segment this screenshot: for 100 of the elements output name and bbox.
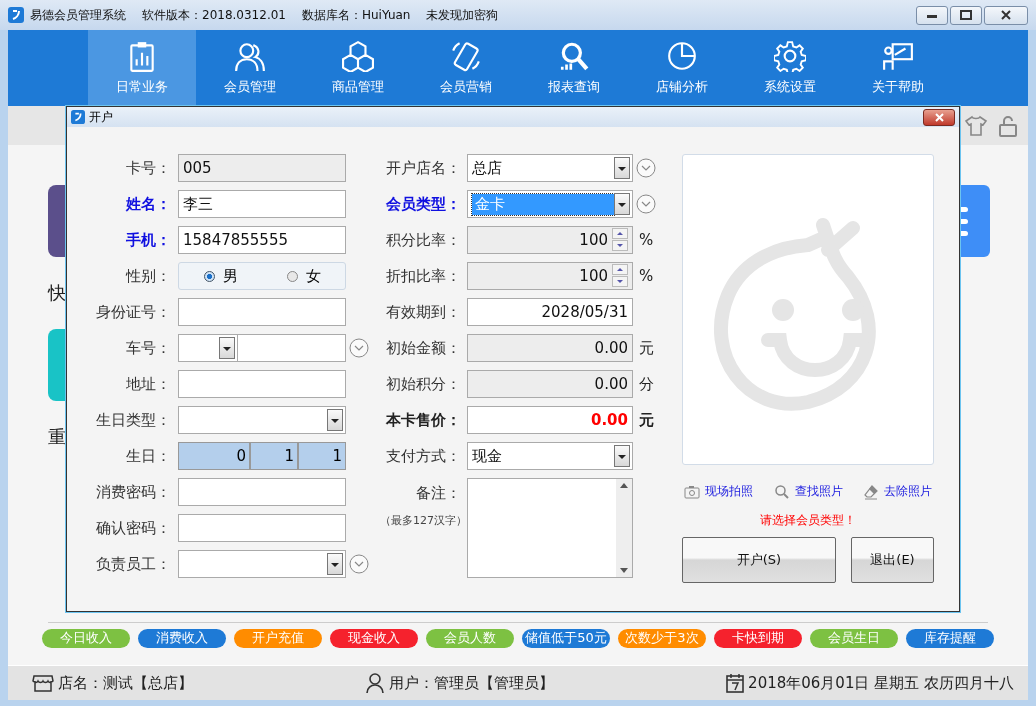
nav-tab[interactable]: 关于帮助 (844, 30, 952, 106)
field-label: 地址： (125, 374, 172, 394)
unit-label: 分 (638, 374, 655, 394)
field-label: 生日： (125, 446, 172, 466)
radio-label[interactable]: 女 (305, 266, 321, 286)
field-label: 消费密码： (95, 482, 172, 502)
amount-field[interactable]: 0.00 (467, 370, 633, 398)
nav-tab[interactable]: 商品管理 (304, 30, 412, 106)
field-label: 开户店名： (385, 158, 462, 178)
field-label: 车号： (125, 338, 172, 358)
unit-label: % (638, 267, 655, 285)
amount-field[interactable]: 0.00 (467, 334, 633, 362)
nav-tab[interactable]: 会员管理 (196, 30, 304, 106)
minimize-button[interactable] (916, 5, 948, 25)
radio-button[interactable] (286, 270, 298, 282)
chevron-circle-icon[interactable] (636, 158, 656, 178)
shortcut-pill[interactable]: 现金收入 (330, 628, 418, 648)
chevron-circle-icon[interactable] (636, 194, 656, 214)
nav-tab[interactable]: 店铺分析 (628, 30, 736, 106)
field-label: 负责员工： (95, 554, 172, 574)
close-icon (934, 112, 944, 122)
field-label: 生日类型： (95, 410, 172, 430)
number-spinner[interactable]: 100 (467, 226, 633, 254)
exit-button[interactable]: 退出(E) (851, 537, 934, 583)
tile-label: 重 (48, 425, 67, 449)
text-field[interactable] (238, 334, 346, 362)
dongle-status: 未发现加密狗 (426, 6, 499, 24)
database-text: 数据库名：HuiYuan (302, 6, 411, 24)
tile-label: 快 (48, 281, 67, 305)
lock-icon[interactable] (996, 113, 1020, 138)
nav-tab[interactable]: 会员营销 (412, 30, 520, 106)
field-label: 备注： (416, 484, 462, 503)
field-label: 确认密码： (95, 518, 172, 538)
open-account-button[interactable]: 开户(S) (682, 537, 836, 583)
photo-link[interactable]: 去除照片 (884, 483, 932, 500)
unit-label: % (638, 231, 655, 249)
minimize-icon (927, 12, 937, 18)
shortcut-pill[interactable]: 卡快到期 (714, 628, 802, 648)
field-label: 卡号： (125, 158, 172, 178)
field-label: 性别： (124, 266, 172, 286)
warning-message: 请选择会员类型！ (759, 512, 857, 529)
nav-icon (558, 40, 590, 72)
dropdown[interactable] (178, 334, 238, 362)
shortcut-pill[interactable]: 消费收入 (138, 628, 226, 648)
unit-label: 元 (638, 410, 655, 430)
scroll-up-icon[interactable] (620, 483, 628, 488)
dialog-title: 开户 (89, 108, 113, 126)
chevron-circle-icon[interactable] (349, 554, 369, 574)
chevron-circle-icon[interactable] (349, 338, 369, 358)
field-label: 积分比率： (385, 230, 462, 250)
close-button[interactable] (923, 108, 955, 126)
shortcut-pill[interactable]: 储值低于50元 (522, 628, 610, 648)
close-button[interactable] (984, 5, 1028, 25)
date-field[interactable]: 2028/05/31 (467, 298, 633, 326)
scroll-down-icon[interactable] (620, 568, 628, 573)
text-field[interactable]: 15847855555 (178, 226, 346, 254)
app-logo-icon (8, 7, 24, 23)
maximize-button[interactable] (950, 5, 982, 25)
date-part-field[interactable]: 0 (178, 442, 250, 470)
nav-icon (666, 40, 698, 72)
nav-tab[interactable]: 系统设置 (736, 30, 844, 106)
field-label: 本卡售价： (385, 410, 462, 430)
radio-button[interactable] (203, 270, 215, 282)
text-field[interactable]: 李三 (178, 190, 346, 218)
app-logo-icon (71, 110, 85, 124)
photo-link[interactable]: 现场拍照 (705, 483, 753, 500)
store-name: 店名：测试【总店】 (58, 673, 193, 693)
dropdown[interactable]: 现金 (467, 442, 633, 470)
field-label: 有效期到： (385, 302, 462, 322)
camera-icon[interactable] (684, 483, 700, 500)
text-field[interactable] (178, 370, 346, 398)
calendar-icon (726, 673, 745, 693)
store-icon (32, 673, 54, 693)
close-icon (1001, 10, 1011, 20)
field-label: 初始金额： (385, 338, 462, 358)
dropdown[interactable]: 总店 (467, 154, 633, 182)
eraser-icon[interactable] (863, 483, 879, 500)
unit-label: 元 (638, 338, 655, 358)
shirt-icon[interactable] (964, 113, 988, 138)
shortcut-pill[interactable]: 库存提醒 (906, 628, 994, 648)
text-field[interactable]: 005 (178, 154, 346, 182)
nav-tab[interactable]: 报表查询 (520, 30, 628, 106)
text-field[interactable] (178, 298, 346, 326)
app-title: 易德会员管理系统 (30, 6, 126, 24)
nav-icon (450, 40, 482, 72)
maximize-icon (960, 10, 972, 20)
text-field[interactable] (178, 478, 346, 506)
remarks-field[interactable] (467, 478, 633, 578)
nav-icon (774, 40, 806, 72)
user-icon (365, 673, 386, 693)
radio-label[interactable]: 男 (222, 266, 238, 286)
date-text: 2018年06月01日 星期五 农历四月十八 (748, 673, 1014, 693)
number-spinner[interactable]: 100 (467, 262, 633, 290)
date-part-field[interactable]: 1 (298, 442, 346, 470)
photo-link[interactable]: 查找照片 (794, 483, 843, 500)
price-field[interactable]: 0.00 (467, 406, 633, 434)
search-icon[interactable] (773, 483, 790, 500)
text-field[interactable] (178, 514, 346, 542)
field-label: 支付方式： (385, 446, 462, 466)
date-part-field[interactable]: 1 (250, 442, 298, 470)
